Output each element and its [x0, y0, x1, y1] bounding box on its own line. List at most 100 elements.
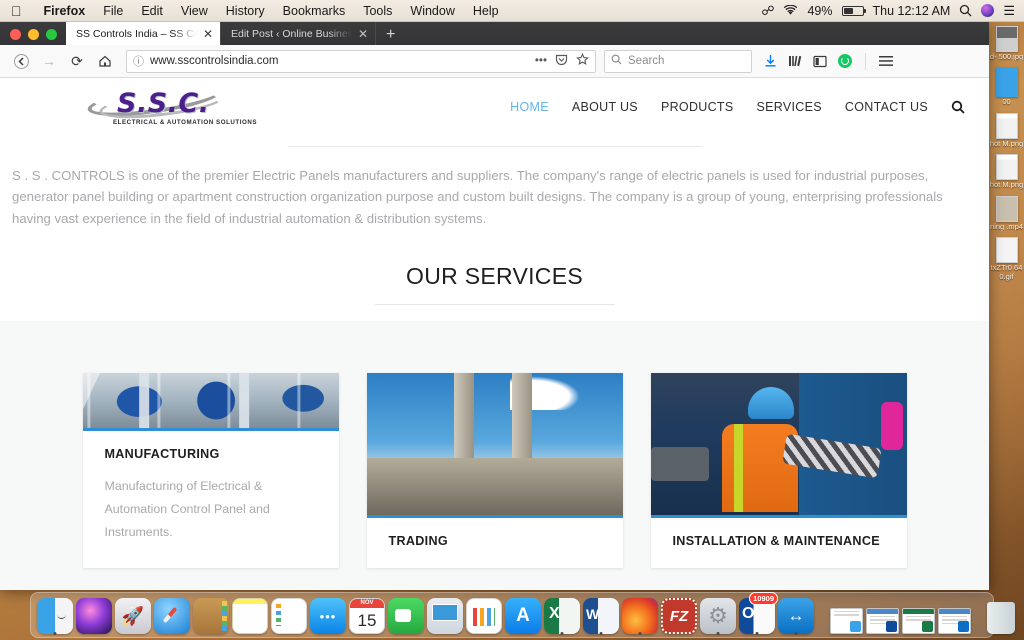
nav-item-contact-us[interactable]: CONTACT US — [845, 100, 928, 114]
menu-item-help[interactable]: Help — [464, 4, 508, 18]
gif-file-icon — [995, 236, 1018, 263]
card-text: Manufacturing of Electrical & Automation… — [104, 479, 270, 539]
tab-strip: SS Controls India – SS Controls Indi ✕ E… — [0, 22, 989, 45]
menu-item-firefox[interactable]: Firefox — [35, 4, 95, 18]
services-heading: OUR SERVICES — [406, 263, 583, 290]
apple-icon[interactable]:  — [0, 4, 35, 18]
desktop-file-label: txZTr0 640.gif — [990, 262, 1023, 282]
dock-item-messages[interactable] — [310, 593, 346, 634]
battery-icon[interactable] — [841, 5, 866, 16]
sidebar-icon[interactable] — [813, 55, 827, 68]
dock-item-app-store[interactable] — [505, 593, 541, 634]
site-logo[interactable]: S.S.C. ELECTRICAL & AUTOMATION SOLUTIONS — [85, 78, 257, 131]
desktop-file[interactable]: txZTr0 640.gif — [989, 236, 1024, 282]
minimized-finder-window[interactable] — [830, 593, 863, 634]
minimized-excel-window[interactable] — [902, 593, 935, 634]
dock-item-finder[interactable] — [37, 593, 73, 634]
search-icon[interactable] — [951, 100, 965, 114]
search-bar[interactable]: Search — [604, 49, 752, 73]
dock-item-numbers[interactable] — [466, 593, 502, 634]
dock-item-calendar[interactable]: NOV 15 — [349, 593, 385, 634]
dock-item-firefox[interactable] — [622, 593, 658, 634]
minimized-outlook-window[interactable] — [866, 593, 899, 634]
reload-button[interactable]: ⟳ — [64, 48, 90, 74]
menu-item-window[interactable]: Window — [401, 4, 463, 18]
close-tab-icon[interactable]: ✕ — [203, 27, 213, 41]
menu-bar-status-items: ☍ 49% Thu 12:12 AM ☰ — [761, 3, 1024, 19]
desktop-file[interactable]: hot M.png — [989, 154, 1024, 189]
battery-percent-label: 49% — [807, 3, 833, 18]
firefox-window: SS Controls India – SS Controls Indi ✕ E… — [0, 22, 989, 590]
dock-item-safari[interactable] — [154, 593, 190, 634]
dock-item-keynote[interactable] — [427, 593, 463, 634]
web-page-content: S.S.C. ELECTRICAL & AUTOMATION SOLUTIONS… — [0, 78, 989, 590]
desktop-file[interactable]: ning .mp4 — [989, 195, 1024, 231]
desktop-file[interactable]: hot M.png — [989, 112, 1024, 148]
nav-item-about-us[interactable]: ABOUT US — [572, 100, 638, 114]
menu-item-tools[interactable]: Tools — [354, 4, 401, 18]
star-icon[interactable] — [576, 52, 589, 69]
menu-bar-clock[interactable]: Thu 12:12 AM — [873, 4, 951, 18]
maximize-window-button[interactable] — [46, 29, 57, 40]
nav-item-products[interactable]: PRODUCTS — [661, 100, 734, 114]
services-section: MANUFACTURING Manufacturing of Electrica… — [0, 321, 989, 590]
dock-item-reminders[interactable] — [271, 593, 307, 634]
browser-tab-1[interactable]: SS Controls India – SS Controls Indi ✕ — [66, 22, 221, 45]
grammarly-icon[interactable] — [838, 54, 852, 68]
forward-button[interactable]: → — [36, 48, 62, 74]
minimized-teamviewer-window[interactable] — [938, 593, 971, 634]
service-card-installation-maintenance[interactable]: INSTALLATION & MAINTENANCE — [650, 373, 907, 569]
dock-item-siri[interactable] — [76, 593, 112, 634]
dock-item-teamviewer[interactable] — [778, 593, 814, 634]
menu-item-history[interactable]: History — [217, 4, 274, 18]
menu-item-edit[interactable]: Edit — [132, 4, 172, 18]
screenshot-file-icon — [995, 154, 1018, 181]
downloads-icon[interactable] — [764, 54, 777, 68]
menu-item-bookmarks[interactable]: Bookmarks — [274, 4, 355, 18]
dock-item-outlook[interactable]: 10909 — [739, 592, 778, 634]
dock-item-excel[interactable] — [544, 593, 580, 634]
desktop-file-label: hot M.png — [989, 180, 1024, 190]
dock-item-facetime[interactable] — [388, 593, 424, 634]
image-file-icon — [995, 26, 1018, 52]
close-window-button[interactable] — [10, 29, 21, 40]
notification-center-icon[interactable]: ☰ — [1003, 3, 1015, 19]
dock-item-word[interactable] — [583, 593, 619, 634]
bluetooth-icon[interactable]: ☍ — [761, 3, 774, 19]
macos-menu-bar:  Firefox File Edit View History Bookmar… — [0, 0, 1024, 22]
desktop-file-column: d- 500.jpg 00 hot M.png hot M.png ning .… — [989, 22, 1024, 590]
nav-item-home[interactable]: HOME — [510, 100, 549, 114]
dock-item-system-preferences[interactable] — [700, 593, 736, 634]
browser-tab-2[interactable]: Edit Post ‹ Online Business Tips and ✕ — [221, 22, 376, 45]
siri-icon[interactable] — [981, 4, 995, 17]
wifi-icon[interactable] — [783, 5, 798, 16]
logo-tagline: ELECTRICAL & AUTOMATION SOLUTIONS — [113, 119, 258, 126]
page-actions-icon[interactable]: ••• — [535, 55, 547, 67]
service-card-trading[interactable]: TRADING — [366, 373, 623, 569]
menu-item-file[interactable]: File — [94, 4, 132, 18]
spotlight-search-icon[interactable] — [959, 4, 972, 17]
close-tab-icon[interactable]: ✕ — [358, 27, 368, 41]
url-bar[interactable]: ⓘ www.sscontrolsindia.com ••• — [126, 49, 596, 73]
library-icon[interactable] — [788, 54, 802, 68]
page-info-icon[interactable]: ⓘ — [133, 53, 144, 69]
dock-item-trash[interactable] — [987, 593, 1015, 634]
new-tab-button[interactable]: + — [376, 27, 405, 45]
blue-file-icon — [995, 67, 1018, 98]
dock-item-contacts[interactable] — [193, 593, 229, 634]
dock-item-filezilla[interactable] — [661, 593, 697, 634]
nav-item-services[interactable]: SERVICES — [757, 100, 822, 114]
hamburger-menu-icon[interactable] — [879, 55, 893, 67]
back-button[interactable] — [8, 48, 34, 74]
desktop-file[interactable]: 00 — [989, 67, 1024, 106]
pocket-icon[interactable] — [555, 53, 568, 69]
minimize-window-button[interactable] — [28, 29, 39, 40]
desktop-file[interactable]: d- 500.jpg — [989, 26, 1024, 61]
home-button[interactable] — [92, 48, 118, 74]
dock-item-notes[interactable] — [232, 593, 268, 634]
service-card-manufacturing[interactable]: MANUFACTURING Manufacturing of Electrica… — [82, 373, 339, 569]
calendar-day-label: 15 — [357, 611, 377, 630]
dock-item-launchpad[interactable] — [115, 593, 151, 634]
logo-wordmark: S.S.C. — [117, 88, 210, 119]
menu-item-view[interactable]: View — [172, 4, 217, 18]
